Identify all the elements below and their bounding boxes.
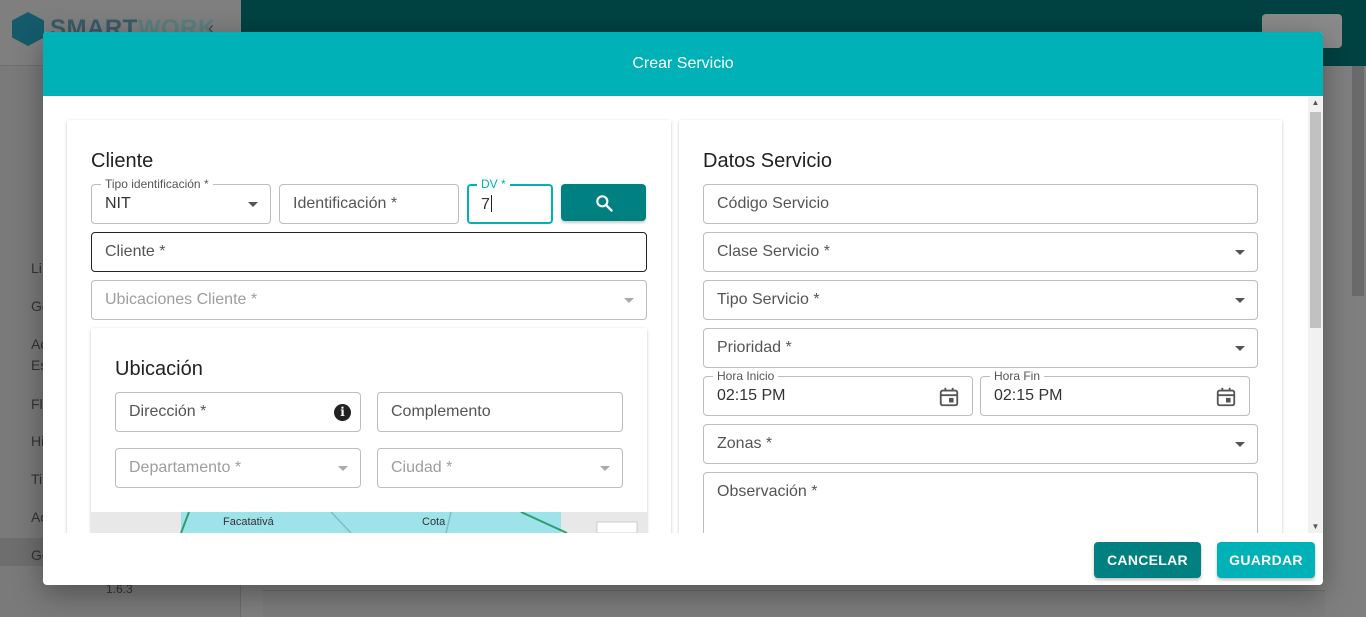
address-placeholder: Dirección * (129, 403, 207, 420)
client-locations-select[interactable]: Ubicaciones Cliente * (91, 280, 647, 320)
department-select[interactable]: Departamento * (115, 448, 361, 488)
dialog-footer: CANCELAR GUARDAR (43, 533, 1323, 585)
logo-icon (12, 12, 44, 46)
dialog-body: Cliente Tipo identificación * NIT Identi… (43, 96, 1308, 533)
identification-input[interactable]: Identificación * (279, 184, 459, 224)
service-type-select[interactable]: Tipo Servicio * (703, 280, 1258, 320)
chevron-down-icon (600, 466, 610, 471)
client-input[interactable]: Cliente * (91, 232, 647, 272)
content-table-footer (263, 590, 1325, 617)
dialog-header: Crear Servicio (43, 32, 1323, 96)
service-code-input[interactable]: Código Servicio (703, 184, 1258, 224)
start-time-value: 02:15 PM (717, 387, 786, 404)
id-type-label: Tipo identificación * (101, 177, 213, 191)
complement-placeholder: Complemento (391, 403, 491, 420)
priority-select[interactable]: Prioridad * (703, 328, 1258, 368)
scroll-down-icon[interactable]: ▼ (1308, 522, 1323, 531)
location-section-title: Ubicación (115, 358, 203, 380)
dialog-scrollbar[interactable]: ▲ ▼ (1308, 96, 1323, 533)
map-roads (91, 512, 647, 533)
end-time-label: Hora Fin (990, 369, 1045, 383)
dv-value-wrap: 7 (481, 195, 492, 214)
chevron-down-icon (1235, 250, 1245, 255)
text-cursor (490, 195, 492, 212)
client-placeholder: Cliente * (105, 243, 166, 260)
cancel-button[interactable]: CANCELAR (1094, 542, 1201, 578)
map-label: Facatativá (223, 516, 274, 528)
city-select[interactable]: Ciudad * (377, 448, 623, 488)
start-time-label: Hora Inicio (713, 369, 779, 383)
chevron-down-icon (1235, 442, 1245, 447)
client-section-title: Cliente (91, 150, 154, 172)
chevron-down-icon (1235, 346, 1245, 351)
client-locations-placeholder: Ubicaciones Cliente * (105, 291, 258, 308)
department-placeholder: Departamento * (129, 459, 242, 476)
observation-textarea[interactable]: Observación * (703, 472, 1258, 533)
id-type-value: NIT (105, 195, 131, 212)
page-scrollbar-thumb[interactable] (1352, 66, 1364, 296)
dialog-scrollbar-thumb[interactable] (1310, 112, 1321, 328)
sidebar-item[interactable]: Li (31, 260, 42, 276)
dv-value: 7 (481, 196, 490, 213)
observation-placeholder: Observación * (717, 483, 818, 500)
dv-label: DV * (477, 177, 510, 191)
map-label: Cota (422, 516, 446, 528)
client-card: Cliente Tipo identificación * NIT Identi… (67, 120, 671, 533)
zones-select[interactable]: Zonas * (703, 424, 1258, 464)
dv-input[interactable]: DV * 7 (467, 177, 553, 224)
service-type-placeholder: Tipo Servicio * (717, 291, 820, 308)
calendar-icon[interactable] (938, 386, 960, 408)
info-icon[interactable]: i (334, 404, 351, 421)
service-code-placeholder: Código Servicio (717, 195, 830, 212)
identification-placeholder: Identificación * (293, 195, 398, 212)
search-client-button[interactable] (561, 184, 646, 221)
location-card: Ubicación Dirección * i Complemento Depa… (91, 328, 647, 533)
chevron-down-icon (338, 466, 348, 471)
scroll-up-icon[interactable]: ▲ (1308, 98, 1323, 107)
city-placeholder: Ciudad * (391, 459, 453, 476)
zones-placeholder: Zonas * (717, 435, 773, 452)
sidebar-item[interactable]: Fl (31, 396, 43, 412)
service-class-placeholder: Clase Servicio * (717, 243, 830, 260)
service-class-select[interactable]: Clase Servicio * (703, 232, 1258, 272)
id-type-select[interactable]: Tipo identificación * NIT (91, 177, 271, 224)
search-icon (595, 194, 613, 212)
dialog-title: Crear Servicio (632, 55, 734, 72)
chevron-down-icon (624, 298, 634, 303)
service-card: Datos Servicio Código Servicio Clase Ser… (679, 120, 1282, 533)
end-time-value: 02:15 PM (994, 387, 1063, 404)
calendar-icon[interactable] (1215, 386, 1237, 408)
sidebar-item[interactable]: Ti (31, 471, 42, 487)
service-section-title: Datos Servicio (703, 150, 832, 172)
address-input[interactable]: Dirección * i (115, 392, 361, 432)
end-time-input[interactable]: Hora Fin 02:15 PM (980, 369, 1250, 416)
location-map[interactable]: Facatativá Cota (91, 512, 647, 533)
priority-placeholder: Prioridad * (717, 339, 792, 356)
complement-input[interactable]: Complemento (377, 392, 623, 432)
save-button[interactable]: GUARDAR (1217, 542, 1315, 578)
create-service-dialog: Crear Servicio Cliente Tipo identificaci… (43, 32, 1323, 585)
chevron-down-icon (1235, 298, 1245, 303)
chevron-down-icon (248, 202, 258, 207)
start-time-input[interactable]: Hora Inicio 02:15 PM (703, 369, 973, 416)
